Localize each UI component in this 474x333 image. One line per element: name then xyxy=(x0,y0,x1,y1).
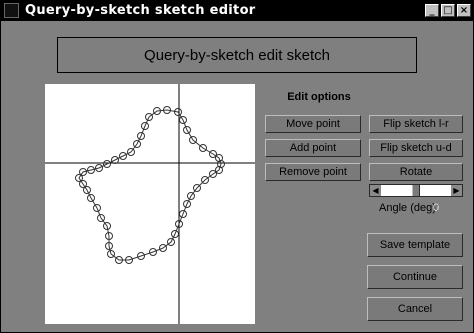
page-title: Query-by-sketch edit sketch xyxy=(57,37,417,73)
save-template-button[interactable]: Save template xyxy=(367,233,463,257)
title-bar: Query-by-sketch sketch editor _ □ × xyxy=(1,1,473,21)
add-point-button[interactable]: Add point xyxy=(265,139,361,157)
slider-right-arrow-icon[interactable]: ▶ xyxy=(451,185,462,196)
move-point-button[interactable]: Move point xyxy=(265,115,361,133)
rotate-button[interactable]: Rotate xyxy=(369,163,463,181)
slider-thumb[interactable] xyxy=(412,185,420,196)
figure-icon xyxy=(4,3,19,18)
editor-window: Query-by-sketch sketch editor _ □ × Quer… xyxy=(0,0,474,333)
continue-button[interactable]: Continue xyxy=(367,265,463,289)
close-button[interactable]: × xyxy=(457,4,471,17)
slider-left-arrow-icon[interactable]: ◀ xyxy=(370,185,381,196)
sketch-canvas[interactable] xyxy=(45,84,255,324)
minimize-button[interactable]: _ xyxy=(425,4,439,17)
angle-label: Angle (deg): xyxy=(379,202,439,214)
angle-slider[interactable]: ◀ ▶ xyxy=(369,184,463,197)
cancel-button[interactable]: Cancel xyxy=(367,297,463,321)
flip-ud-button[interactable]: Flip sketch u-d xyxy=(369,139,463,157)
edit-options-label: Edit options xyxy=(287,91,351,103)
flip-lr-button[interactable]: Flip sketch l-r xyxy=(369,115,463,133)
page-title-text: Query-by-sketch edit sketch xyxy=(144,46,330,64)
sketch-outline xyxy=(78,109,222,261)
window-title: Query-by-sketch sketch editor xyxy=(25,3,256,18)
remove-point-button[interactable]: Remove point xyxy=(265,163,361,181)
maximize-button[interactable]: □ xyxy=(441,4,455,17)
angle-value: 0 xyxy=(433,202,440,214)
slider-trough[interactable] xyxy=(381,185,451,196)
